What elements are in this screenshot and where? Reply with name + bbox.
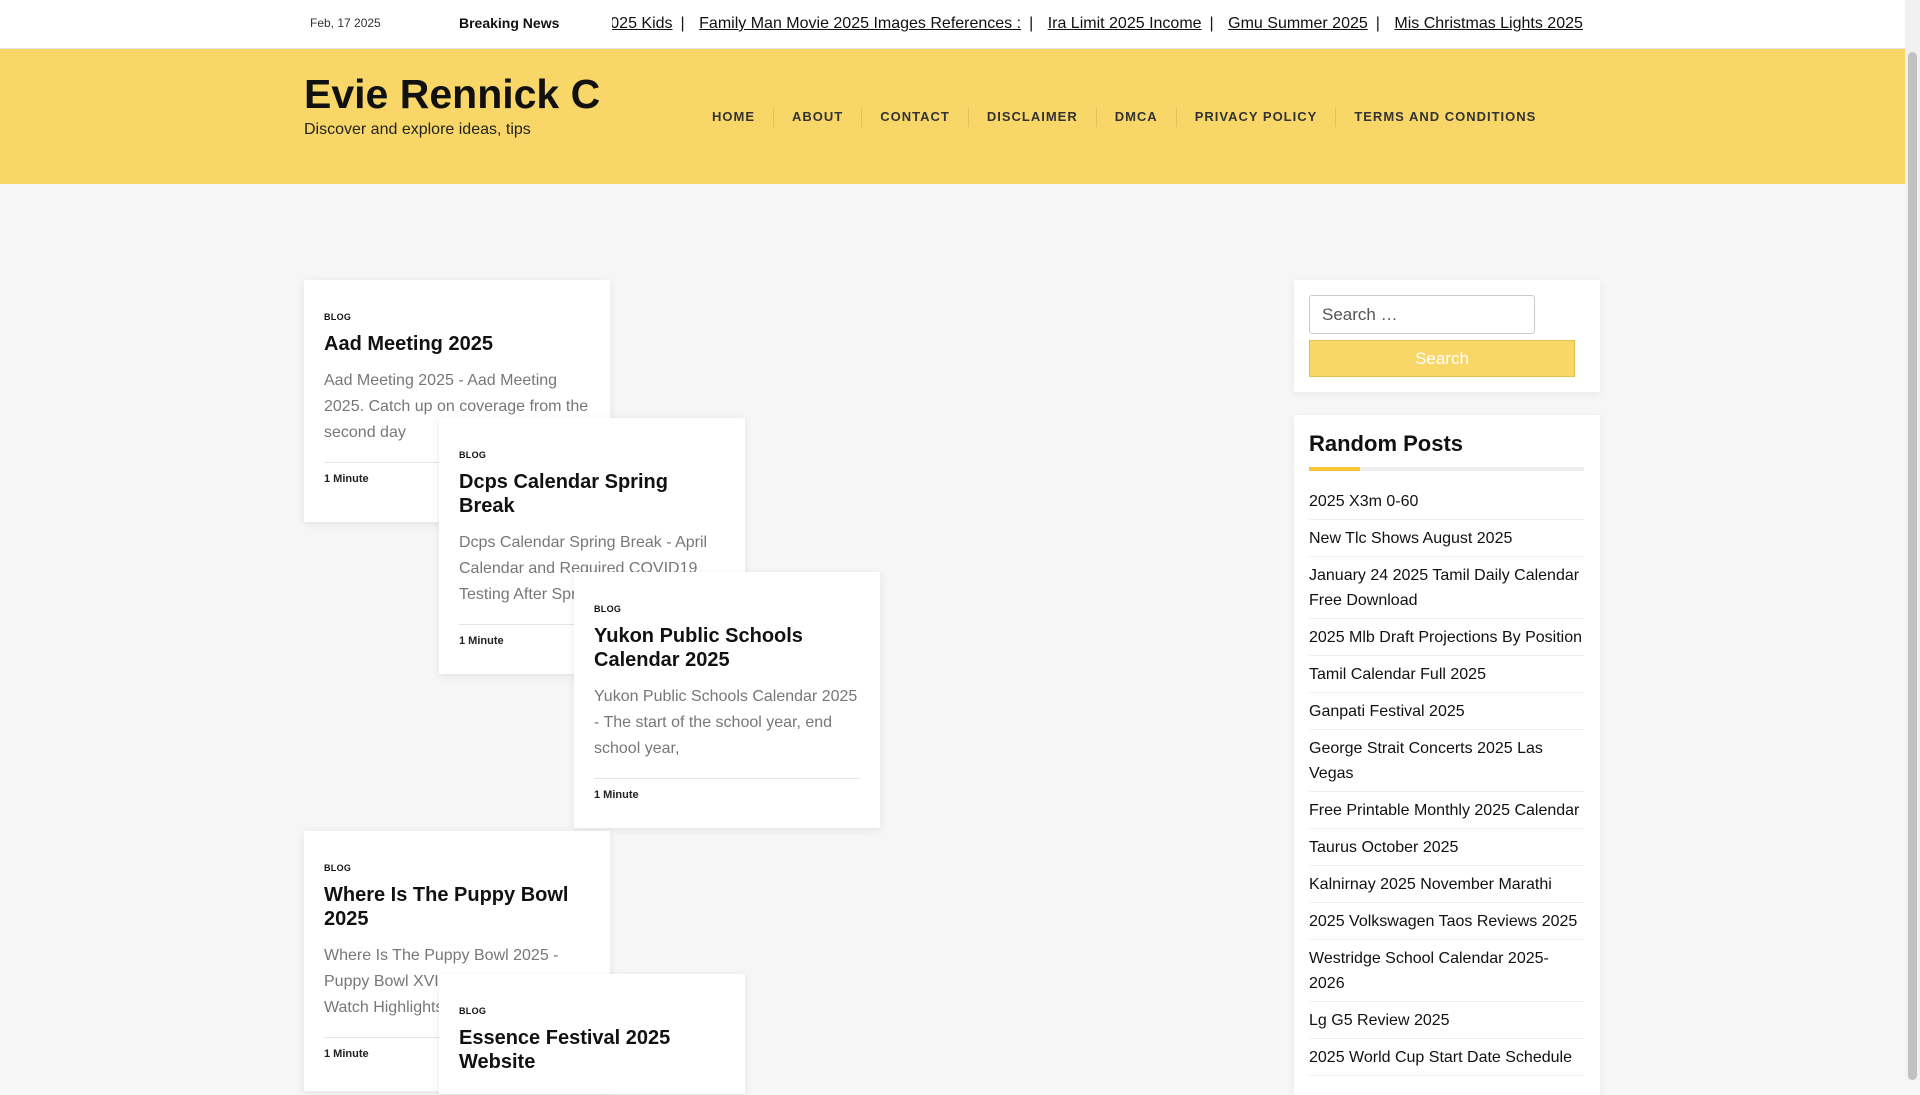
random-post-link[interactable]: Taurus October 2025 (1309, 833, 1584, 866)
random-post-link[interactable]: 2025 Mlb Draft Projections By Position (1309, 623, 1584, 656)
site-description: Discover and explore ideas, tips (304, 121, 531, 138)
random-post-link[interactable]: George Strait Concerts 2025 Las Vegas (1309, 734, 1584, 792)
post-category[interactable]: BLOG (459, 450, 725, 460)
random-post-link[interactable]: Kalnirnay 2025 November Marathi (1309, 870, 1584, 903)
nav-dmca[interactable]: DMCA (1097, 107, 1177, 127)
title-underline (1309, 467, 1584, 471)
site-title[interactable]: Evie Rennick C (304, 71, 600, 118)
random-post-link[interactable]: Westridge School Calendar 2025-2026 (1309, 944, 1584, 1002)
random-post-link[interactable]: 2025 X3m 0-60 (1309, 487, 1584, 520)
post-excerpt: Yukon Public Schools Calendar 2025 - The… (594, 688, 858, 757)
post-card: BLOG Essence Festival 2025 Website (439, 974, 745, 1094)
ticker-separator: | (1209, 15, 1214, 32)
post-title[interactable]: Essence Festival 2025 Website (459, 1026, 725, 1074)
post-category[interactable]: BLOG (594, 604, 860, 614)
ticker-link[interactable]: Calendar 2025 Kids (612, 15, 673, 32)
post-title[interactable]: Where Is The Puppy Bowl 2025 (324, 883, 590, 931)
breaking-news-ticker: Calendar 2025 Kids | Family Man Movie 202… (612, 0, 1628, 49)
page-scrollbar[interactable] (1905, 0, 1920, 1080)
nav-about[interactable]: ABOUT (774, 107, 863, 127)
site-header: Evie Rennick C Discover and explore idea… (0, 49, 1905, 184)
ticker-separator: | (1029, 15, 1034, 32)
random-posts-widget: Random Posts 2025 X3m 0-60 New Tlc Shows… (1294, 415, 1600, 1095)
current-date: Feb, 17 2025 (310, 16, 381, 30)
nav-contact[interactable]: CONTACT (862, 107, 969, 127)
post-read-time: 1 Minute (594, 778, 860, 815)
post-category[interactable]: BLOG (459, 1006, 725, 1016)
post-title[interactable]: Aad Meeting 2025 (324, 332, 590, 356)
nav-terms-and-conditions[interactable]: TERMS AND CONDITIONS (1336, 107, 1554, 127)
post-title[interactable]: Dcps Calendar Spring Break (459, 470, 725, 518)
post-category[interactable]: BLOG (324, 863, 590, 873)
random-post-link[interactable]: New Tlc Shows August 2025 (1309, 524, 1584, 557)
ticker-link[interactable]: Mis Christmas Lights 2025 (1394, 15, 1583, 32)
post-title[interactable]: Yukon Public Schools Calendar 2025 (594, 624, 860, 672)
main-navigation: HOME ABOUT CONTACT DISCLAIMER DMCA PRIVA… (694, 107, 1554, 127)
ticker-link[interactable]: Ira Limit 2025 Income (1048, 15, 1202, 32)
breaking-news-label: Breaking News (459, 15, 560, 31)
random-post-link[interactable]: Ganpati Festival 2025 (1309, 697, 1584, 730)
random-posts-list: 2025 X3m 0-60 New Tlc Shows August 2025 … (1309, 487, 1584, 1080)
random-post-link[interactable]: Tamil Calendar Full 2025 (1309, 660, 1584, 693)
random-post-link[interactable]: 2025 Volkswagen Taos Reviews 2025 (1309, 907, 1584, 940)
random-post-link[interactable]: Free Printable Monthly 2025 Calendar (1309, 796, 1584, 829)
post-category[interactable]: BLOG (324, 312, 590, 322)
ticker-separator: | (680, 15, 685, 32)
search-button[interactable]: Search (1309, 340, 1575, 377)
random-post-link[interactable]: January 24 2025 Tamil Daily Calendar Fre… (1309, 561, 1584, 619)
random-post-link[interactable]: 2025 World Cup Start Date Schedule (1309, 1043, 1584, 1076)
ticker-link[interactable]: Gmu Summer 2025 (1228, 15, 1368, 32)
search-widget: Search … Search (1294, 280, 1600, 392)
nav-privacy-policy[interactable]: PRIVACY POLICY (1177, 107, 1337, 127)
random-post-link[interactable]: Lg G5 Review 2025 (1309, 1006, 1584, 1039)
ticker-link[interactable]: Family Man Movie 2025 Images References … (699, 15, 1021, 32)
scrollbar-thumb[interactable] (1908, 52, 1917, 1080)
nav-disclaimer[interactable]: DISCLAIMER (969, 107, 1097, 127)
ticker-separator: | (1375, 15, 1380, 32)
top-bar: Feb, 17 2025 Breaking News Calendar 2025… (0, 0, 1905, 49)
title-underline-accent (1309, 467, 1360, 471)
post-card: BLOG Yukon Public Schools Calendar 2025 … (574, 572, 880, 828)
search-input[interactable]: Search … (1309, 295, 1535, 334)
nav-home[interactable]: HOME (694, 107, 774, 127)
random-posts-title: Random Posts (1309, 431, 1464, 456)
